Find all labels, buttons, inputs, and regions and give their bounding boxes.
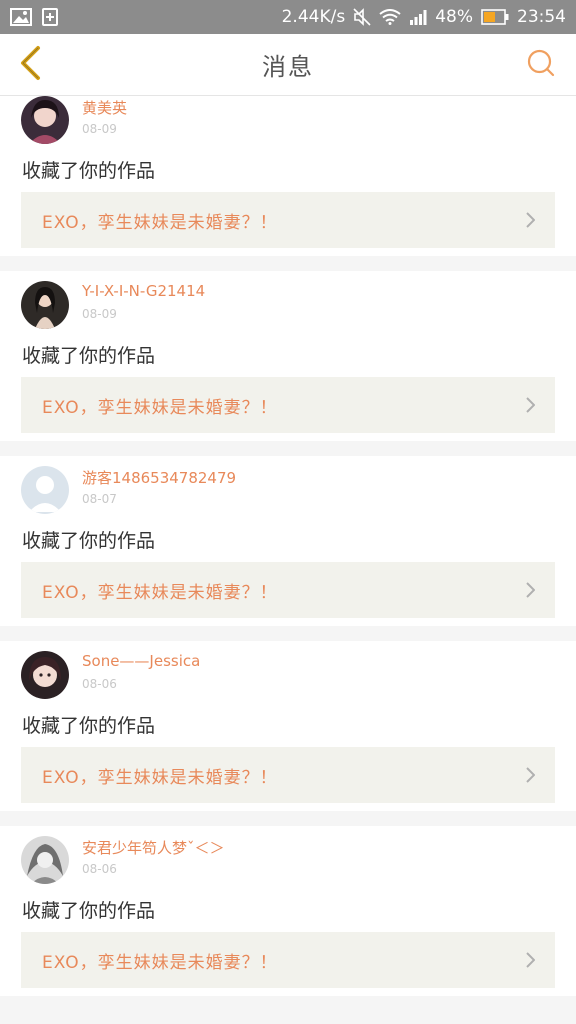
net-speed: 2.44K/s xyxy=(281,7,346,27)
page-title: 消息 xyxy=(262,53,314,81)
battery-icon xyxy=(481,9,509,25)
username[interactable]: 游客1486534782479 xyxy=(82,467,236,488)
wifi-icon xyxy=(379,9,401,25)
work-link[interactable]: EXO，孪生妹妹是未婚妻？！ xyxy=(21,932,555,988)
notification-card: 游客1486534782479 08-07 收藏了你的作品 EXO，孪生妹妹是未… xyxy=(0,456,576,626)
search-icon xyxy=(526,48,556,82)
chevron-right-icon xyxy=(525,397,536,417)
action-text: 收藏了你的作品 xyxy=(22,900,156,922)
mute-icon xyxy=(353,8,371,26)
back-button[interactable] xyxy=(10,44,50,86)
clock: 23:54 xyxy=(517,7,566,27)
chevron-right-icon xyxy=(525,767,536,787)
work-link[interactable]: EXO，孪生妹妹是未婚妻？！ xyxy=(21,192,555,248)
username[interactable]: Y-I-X-I-N-G21414 xyxy=(82,282,205,300)
work-link[interactable]: EXO，孪生妹妹是未婚妻？！ xyxy=(21,747,555,803)
timestamp: 08-06 xyxy=(82,677,117,691)
search-button[interactable] xyxy=(524,48,558,82)
top-bar: 消息 xyxy=(0,34,576,96)
work-title: EXO，孪生妹妹是未婚妻？！ xyxy=(42,397,278,418)
work-link[interactable]: EXO，孪生妹妹是未婚妻？！ xyxy=(21,562,555,618)
chevron-left-icon xyxy=(17,45,43,85)
chevron-right-icon xyxy=(525,212,536,232)
work-title: EXO，孪生妹妹是未婚妻？！ xyxy=(42,767,278,788)
avatar[interactable] xyxy=(21,281,69,329)
work-link[interactable]: EXO，孪生妹妹是未婚妻？！ xyxy=(21,377,555,433)
status-bar: 2.44K/s 48% 23:54 xyxy=(0,0,576,34)
timestamp: 08-06 xyxy=(82,862,117,876)
username[interactable]: 安君少年笱人梦ˇ＜＞ xyxy=(82,837,225,858)
avatar[interactable] xyxy=(21,466,69,514)
chevron-right-icon xyxy=(525,952,536,972)
timestamp: 08-07 xyxy=(82,492,117,506)
action-text: 收藏了你的作品 xyxy=(22,160,156,182)
notification-list: 黄美英 08-09 收藏了你的作品 EXO，孪生妹妹是未婚妻？！ Y-I-X-I… xyxy=(0,96,576,1024)
notification-card: Y-I-X-I-N-G21414 08-09 收藏了你的作品 EXO，孪生妹妹是… xyxy=(0,271,576,441)
avatar[interactable] xyxy=(21,651,69,699)
work-title: EXO，孪生妹妹是未婚妻？！ xyxy=(42,212,278,233)
add-box-icon xyxy=(42,8,58,26)
notification-card: Sone——Jessica 08-06 收藏了你的作品 EXO，孪生妹妹是未婚妻… xyxy=(0,641,576,811)
avatar[interactable] xyxy=(21,836,69,884)
action-text: 收藏了你的作品 xyxy=(22,530,156,552)
timestamp: 08-09 xyxy=(82,122,117,136)
battery-percent: 48% xyxy=(435,7,473,27)
timestamp: 08-09 xyxy=(82,307,117,321)
notification-card: 黄美英 08-09 收藏了你的作品 EXO，孪生妹妹是未婚妻？！ xyxy=(0,96,576,256)
work-title: EXO，孪生妹妹是未婚妻？！ xyxy=(42,952,278,973)
avatar[interactable] xyxy=(21,96,69,144)
action-text: 收藏了你的作品 xyxy=(22,715,156,737)
notification-card: 安君少年笱人梦ˇ＜＞ 08-06 收藏了你的作品 EXO，孪生妹妹是未婚妻？！ xyxy=(0,826,576,996)
action-text: 收藏了你的作品 xyxy=(22,345,156,367)
gallery-icon xyxy=(10,8,32,26)
signal-icon xyxy=(409,9,427,25)
chevron-right-icon xyxy=(525,582,536,602)
username[interactable]: 黄美英 xyxy=(82,97,127,118)
work-title: EXO，孪生妹妹是未婚妻？！ xyxy=(42,582,278,603)
username[interactable]: Sone——Jessica xyxy=(82,652,200,670)
